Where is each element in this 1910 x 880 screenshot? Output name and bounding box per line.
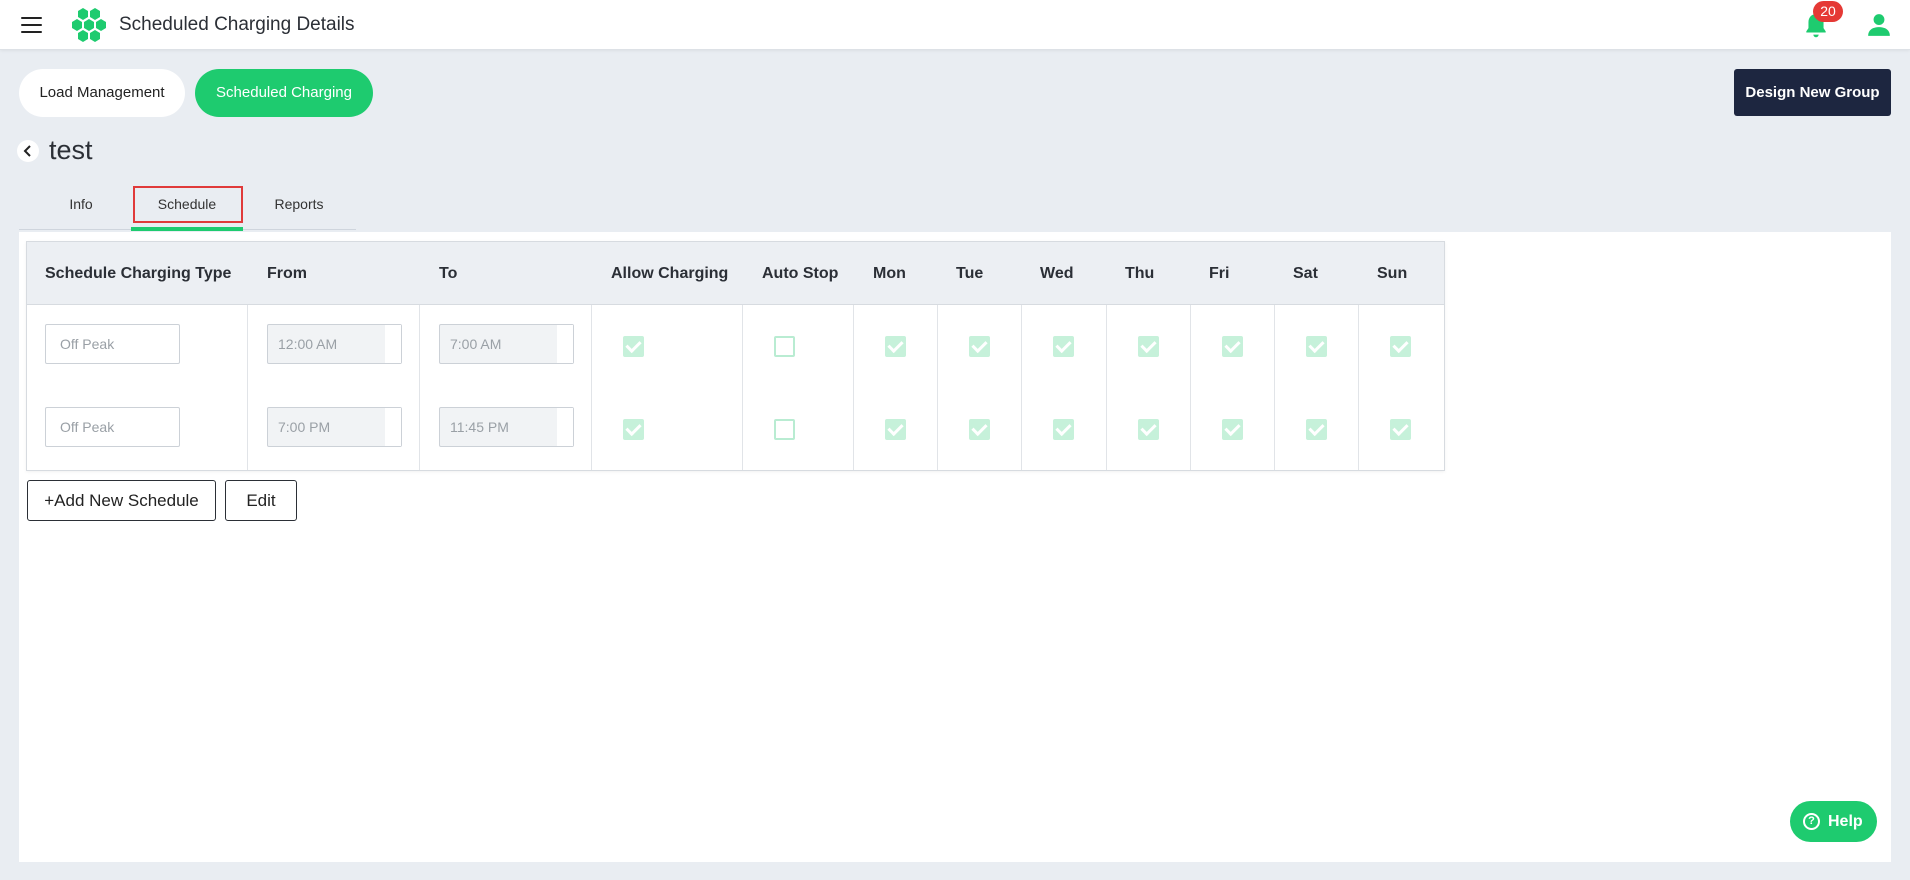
sat-checkbox[interactable] (1306, 336, 1327, 357)
thu-checkbox[interactable] (1138, 336, 1159, 357)
fri-checkbox[interactable] (1222, 419, 1243, 440)
auto-stop-checkbox[interactable] (774, 336, 795, 357)
wed-checkbox[interactable] (1053, 419, 1074, 440)
schedule-table: Schedule Charging Type From To Allow Cha… (26, 241, 1445, 471)
help-label: Help (1828, 813, 1863, 830)
tab-bar: Info Schedule Reports (19, 186, 356, 231)
tab-label: Schedule (157, 196, 217, 212)
tab-reports[interactable]: Reports (259, 186, 339, 230)
column-divider (1106, 305, 1107, 470)
column-header: To (439, 265, 458, 282)
column-divider (591, 305, 592, 470)
table-header: Schedule Charging Type From To Allow Cha… (27, 242, 1444, 305)
charging-type-input[interactable]: Off Peak (45, 324, 180, 364)
column-divider (1274, 305, 1275, 470)
page-title: Scheduled Charging Details (119, 14, 355, 35)
column-header: From (267, 265, 307, 282)
sun-checkbox[interactable] (1390, 336, 1411, 357)
load-management-button[interactable]: Load Management (19, 69, 185, 117)
column-divider (937, 305, 938, 470)
column-header: Fri (1209, 265, 1230, 282)
add-new-schedule-button[interactable]: +Add New Schedule (27, 480, 216, 521)
user-profile-icon[interactable] (1866, 12, 1892, 38)
column-header: Wed (1040, 265, 1074, 282)
column-divider (1021, 305, 1022, 470)
tab-label: Reports (274, 196, 324, 212)
to-time-input[interactable]: 7:00 AM (439, 324, 574, 364)
column-divider (742, 305, 743, 470)
column-header: Thu (1125, 265, 1155, 282)
back-button[interactable] (17, 140, 39, 162)
tab-info[interactable]: Info (31, 186, 131, 230)
scheduled-charging-button[interactable]: Scheduled Charging (195, 69, 373, 117)
column-divider (1358, 305, 1359, 470)
notification-badge: 20 (1813, 1, 1843, 22)
to-time-input[interactable]: 11:45 PM (439, 407, 574, 447)
from-time-input[interactable]: 12:00 AM (267, 324, 402, 364)
column-header: Tue (956, 265, 984, 282)
tab-label: Info (69, 196, 93, 212)
column-divider (853, 305, 854, 470)
column-header: Allow Charging (611, 265, 729, 282)
column-header: Sun (1377, 265, 1408, 282)
thu-checkbox[interactable] (1138, 419, 1159, 440)
app-logo-icon (72, 8, 106, 42)
sun-checkbox[interactable] (1390, 419, 1411, 440)
sat-checkbox[interactable] (1306, 419, 1327, 440)
chevron-left-icon (23, 145, 31, 157)
design-new-group-button[interactable]: Design New Group (1734, 69, 1891, 116)
column-divider (419, 305, 420, 470)
tue-checkbox[interactable] (969, 419, 990, 440)
column-divider (247, 305, 248, 470)
group-name: test (49, 135, 93, 165)
column-header: Sat (1293, 265, 1318, 282)
from-time-input[interactable]: 7:00 PM (267, 407, 402, 447)
hamburger-menu-icon[interactable] (20, 15, 44, 35)
allow-charging-checkbox[interactable] (623, 336, 644, 357)
edit-button[interactable]: Edit (225, 480, 297, 521)
charging-type-input[interactable]: Off Peak (45, 407, 180, 447)
fri-checkbox[interactable] (1222, 336, 1243, 357)
tab-schedule[interactable]: Schedule (131, 186, 243, 231)
mon-checkbox[interactable] (885, 336, 906, 357)
mon-checkbox[interactable] (885, 419, 906, 440)
active-tab-indicator (131, 227, 243, 231)
help-button[interactable]: ? Help (1790, 801, 1877, 842)
wed-checkbox[interactable] (1053, 336, 1074, 357)
help-question-icon: ? (1803, 813, 1820, 830)
column-header: Schedule Charging Type (45, 265, 232, 282)
column-header: Mon (873, 265, 906, 282)
auto-stop-checkbox[interactable] (774, 419, 795, 440)
column-header: Auto Stop (762, 265, 839, 282)
allow-charging-checkbox[interactable] (623, 419, 644, 440)
tue-checkbox[interactable] (969, 336, 990, 357)
top-bar: Scheduled Charging Details 20 (0, 0, 1910, 50)
column-divider (1190, 305, 1191, 470)
